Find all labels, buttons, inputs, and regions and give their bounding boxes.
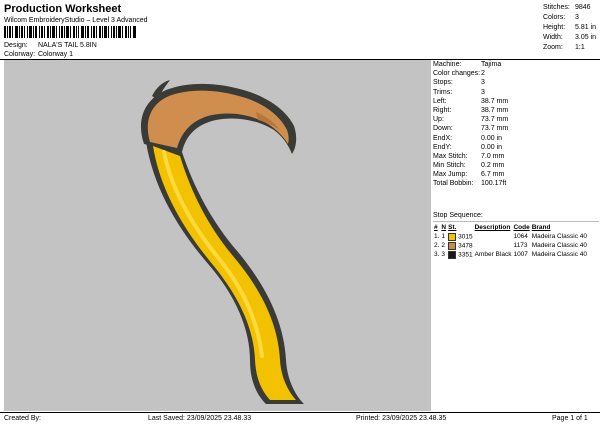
- stat-colors: Colors: 3: [543, 14, 579, 21]
- col-brand: Brand: [531, 224, 551, 231]
- table-header-row: # N St. Description Code Brand: [433, 223, 588, 232]
- col-n: N: [441, 224, 447, 231]
- color-swatch: [448, 232, 457, 241]
- stat-width: Width: 3.05 in: [543, 34, 597, 41]
- last-saved: Last Saved: 23/09/2025 23.48.33: [148, 415, 252, 422]
- colorway-value: Colorway 1: [38, 51, 74, 58]
- detail-down: Down: 73.7 mm: [433, 125, 509, 133]
- page-title: Production Worksheet: [4, 3, 122, 15]
- stat-height: Height: 5.81 in: [543, 24, 597, 31]
- detail-stops: Stops: 3: [433, 79, 485, 87]
- detail-endy: EndY: 0.00 in: [433, 143, 503, 151]
- table-row: 2. 2 3478 1173 Madeira Classic 40: [434, 241, 587, 250]
- barcode: [4, 26, 136, 38]
- col-description: Description: [474, 224, 511, 231]
- stop-sequence-table: # N St. Description Code Brand 1. 1 3015…: [433, 223, 588, 259]
- software-subtitle: Wilcom EmbroideryStudio – Level 3 Advanc…: [4, 17, 148, 24]
- color-swatch: [448, 250, 457, 259]
- printed-date: Printed: 23/09/2025 23.48.35: [356, 415, 447, 422]
- stop-sequence-divider: [433, 221, 599, 222]
- table-row: 1. 1 3015 1064 Madeira Classic 40: [434, 232, 587, 241]
- color-swatch: [448, 241, 457, 250]
- design-label: Design:: [4, 42, 28, 49]
- stat-zoom: Zoom: 1:1: [543, 44, 585, 51]
- colorway-label: Colorway:: [4, 51, 36, 58]
- table-row: 3. 3 3351 Amber Black 1007 Madeira Class…: [434, 250, 587, 259]
- embroidery-tail-graphic: [140, 80, 304, 404]
- details-panel: Machine: Tajima Color changes: 2 Stops: 3 T…: [433, 60, 599, 411]
- stats-panel: Stitches: 9846 Colors: 3 Height: 5.81 in Wi…: [543, 3, 596, 53]
- footer: Created By: Last Saved: 23/09/2025 23.48…: [0, 413, 600, 424]
- created-by: Created By:: [4, 415, 41, 422]
- detail-right: Right: 38.7 mm: [433, 106, 509, 114]
- detail-color-changes: Color changes: 2: [433, 70, 485, 78]
- detail-total-bobbin: Total Bobbin: 100.17ft: [433, 180, 507, 188]
- design-value: NALA'S TAIL 5.8IN: [38, 42, 97, 49]
- detail-endx: EndX: 0.00 in: [433, 134, 503, 142]
- page-number: Page 1 of 1: [552, 415, 588, 422]
- design-canvas: [4, 60, 431, 411]
- stat-stitches: Stitches: 9846: [543, 4, 591, 11]
- detail-max-stitch: Max Stitch: 7.0 mm: [433, 152, 505, 160]
- col-code: Code: [513, 224, 530, 231]
- detail-up: Up: 73.7 mm: [433, 116, 509, 124]
- colorway-row: Colorway: Colorway 1: [4, 51, 73, 58]
- detail-left: Left: 38.7 mm: [433, 97, 509, 105]
- detail-machine: Machine: Tajima: [433, 61, 502, 68]
- detail-trims: Trims: 3: [433, 88, 485, 96]
- stop-sequence-heading: Stop Sequence:: [433, 212, 483, 219]
- detail-max-jump: Max Jump: 6.7 mm: [433, 171, 505, 179]
- design-row: Design: NALA'S TAIL 5.8IN: [4, 42, 97, 49]
- col-number: #: [434, 224, 438, 231]
- col-st: St.: [448, 224, 457, 231]
- detail-min-stitch: Min Stitch: 0.2 mm: [433, 162, 505, 170]
